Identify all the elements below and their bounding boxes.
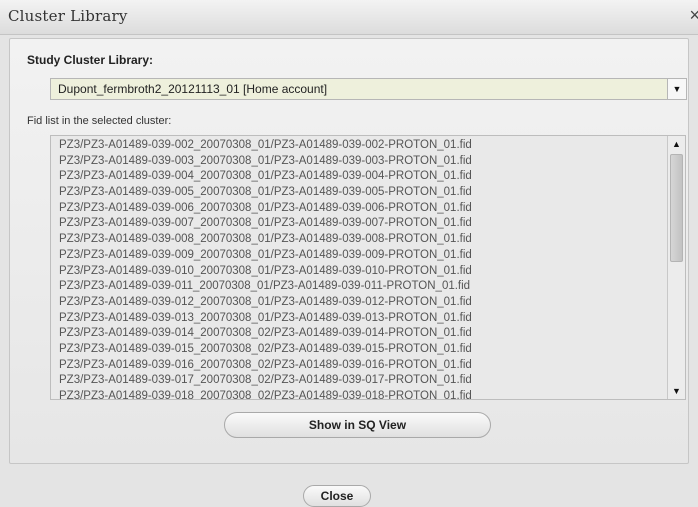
list-item[interactable]: PZ3/PZ3-A01489-039-014_20070308_02/PZ3-A…: [59, 326, 659, 342]
scroll-down-icon[interactable]: ▼: [668, 383, 685, 399]
fid-list-items: PZ3/PZ3-A01489-039-002_20070308_01/PZ3-A…: [59, 138, 659, 399]
study-cluster-library-select[interactable]: Dupont_fermbroth2_20121113_01 [Home acco…: [50, 78, 687, 100]
fid-list-label: Fid list in the selected cluster:: [27, 115, 172, 127]
cluster-library-dialog: Cluster Library × Study Cluster Library:…: [0, 0, 698, 507]
close-icon[interactable]: ×: [689, 5, 698, 26]
title-bar[interactable]: Cluster Library ×: [0, 0, 698, 35]
list-item[interactable]: PZ3/PZ3-A01489-039-002_20070308_01/PZ3-A…: [59, 138, 659, 154]
list-item[interactable]: PZ3/PZ3-A01489-039-005_20070308_01/PZ3-A…: [59, 185, 659, 201]
list-item[interactable]: PZ3/PZ3-A01489-039-007_20070308_01/PZ3-A…: [59, 216, 659, 232]
show-in-sq-view-button[interactable]: Show in SQ View: [224, 412, 491, 438]
main-panel: Study Cluster Library: Dupont_fermbroth2…: [9, 38, 689, 464]
list-item[interactable]: PZ3/PZ3-A01489-039-009_20070308_01/PZ3-A…: [59, 248, 659, 264]
list-item[interactable]: PZ3/PZ3-A01489-039-016_20070308_02/PZ3-A…: [59, 358, 659, 374]
list-item[interactable]: PZ3/PZ3-A01489-039-012_20070308_01/PZ3-A…: [59, 295, 659, 311]
fid-list[interactable]: PZ3/PZ3-A01489-039-002_20070308_01/PZ3-A…: [50, 135, 686, 400]
list-item[interactable]: PZ3/PZ3-A01489-039-010_20070308_01/PZ3-A…: [59, 264, 659, 280]
list-item[interactable]: PZ3/PZ3-A01489-039-015_20070308_02/PZ3-A…: [59, 342, 659, 358]
vertical-scrollbar[interactable]: ▲ ▼: [667, 136, 685, 399]
selected-library-value: Dupont_fermbroth2_20121113_01 [Home acco…: [58, 82, 328, 96]
list-item[interactable]: PZ3/PZ3-A01489-039-018_20070308_02/PZ3-A…: [59, 389, 659, 399]
list-item[interactable]: PZ3/PZ3-A01489-039-011_20070308_01/PZ3-A…: [59, 279, 659, 295]
scroll-up-icon[interactable]: ▲: [668, 136, 685, 152]
close-button[interactable]: Close: [303, 485, 371, 507]
study-cluster-library-label: Study Cluster Library:: [27, 53, 154, 67]
window-title: Cluster Library: [8, 7, 128, 25]
scrollbar-thumb[interactable]: [670, 154, 683, 262]
list-item[interactable]: PZ3/PZ3-A01489-039-004_20070308_01/PZ3-A…: [59, 169, 659, 185]
dropdown-arrow-icon[interactable]: ▼: [667, 79, 686, 99]
list-item[interactable]: PZ3/PZ3-A01489-039-006_20070308_01/PZ3-A…: [59, 201, 659, 217]
list-item[interactable]: PZ3/PZ3-A01489-039-008_20070308_01/PZ3-A…: [59, 232, 659, 248]
list-item[interactable]: PZ3/PZ3-A01489-039-003_20070308_01/PZ3-A…: [59, 154, 659, 170]
list-item[interactable]: PZ3/PZ3-A01489-039-013_20070308_01/PZ3-A…: [59, 311, 659, 327]
list-item[interactable]: PZ3/PZ3-A01489-039-017_20070308_02/PZ3-A…: [59, 373, 659, 389]
